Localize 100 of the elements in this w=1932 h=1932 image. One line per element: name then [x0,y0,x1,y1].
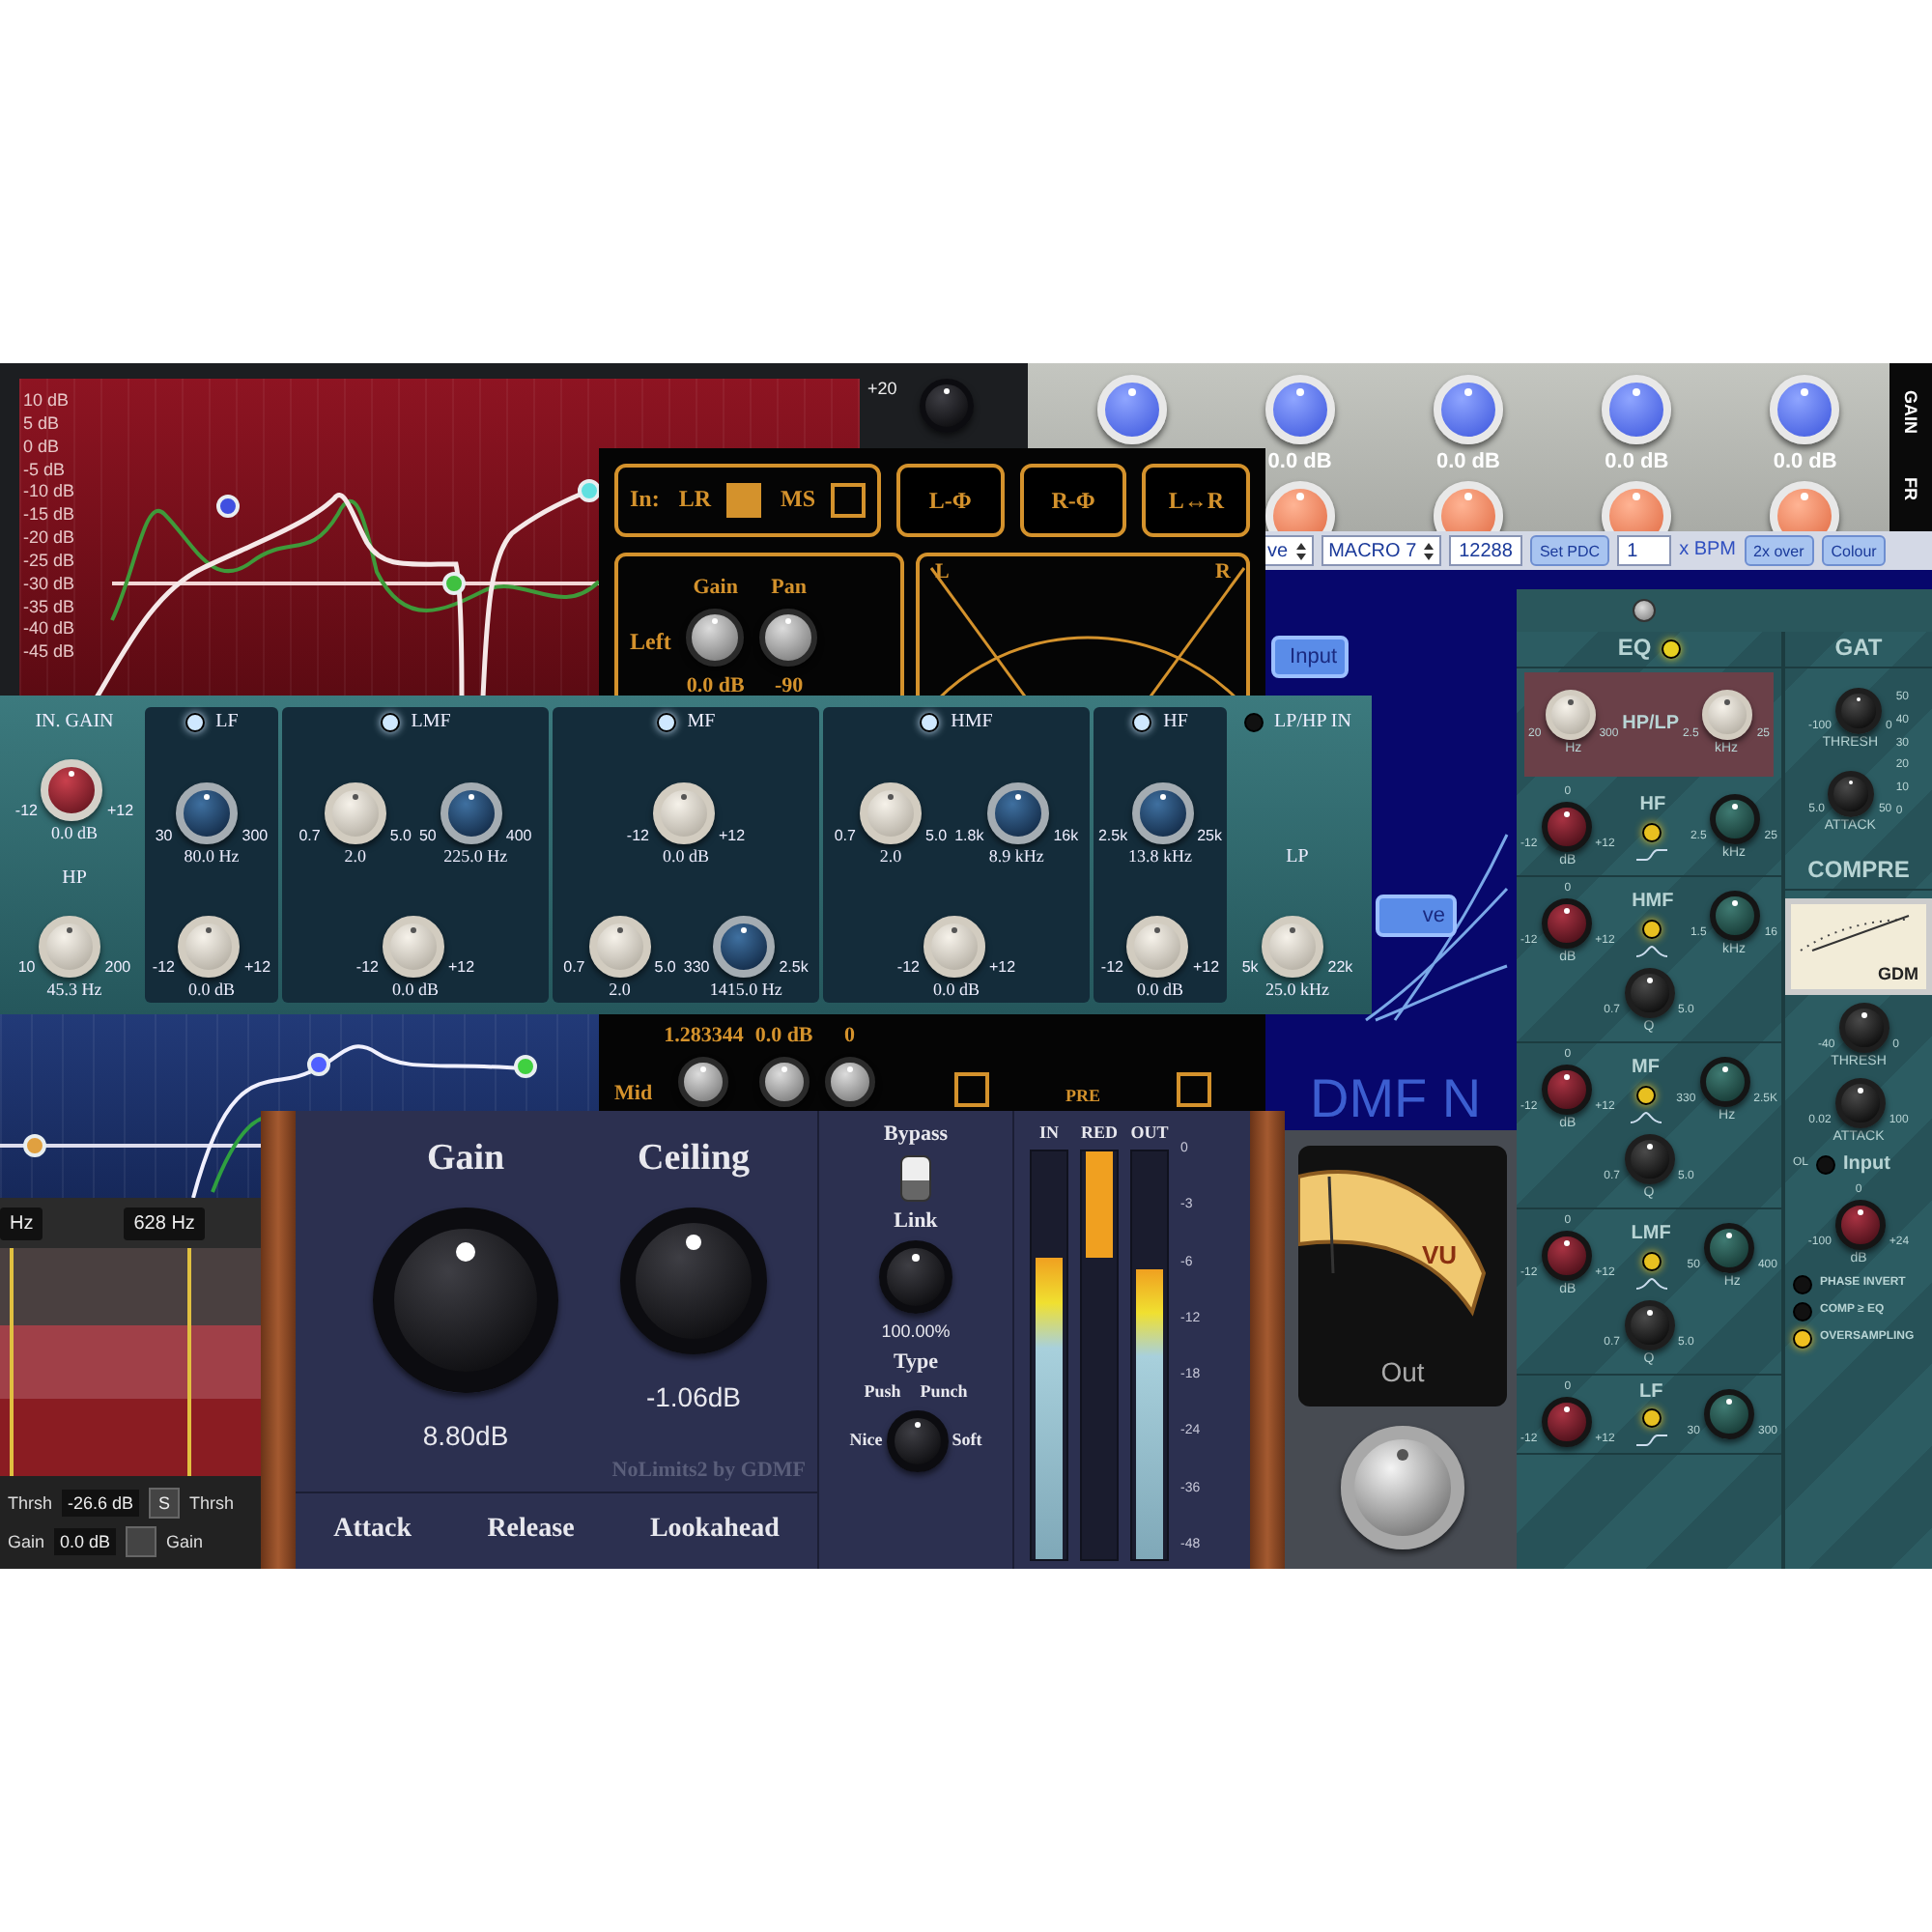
scale-label: 0.7 [563,958,585,978]
frequency-label: Hz [0,1207,43,1239]
scale-label: 22k [1327,958,1353,978]
input-label: In: [630,487,660,514]
switch-led[interactable] [1793,1274,1812,1294]
input-field[interactable]: 1 [1617,535,1672,566]
knob[interactable] [824,1056,875,1107]
channel-button[interactable]: R-Φ [1019,464,1127,537]
band-handle[interactable] [442,572,466,595]
knob[interactable] [686,608,745,667]
band-handle[interactable] [23,1134,46,1157]
knob[interactable] [758,1056,810,1107]
scale-label: 10 [17,958,36,978]
knob-value: 225.0 Hz [443,845,508,867]
db-scale-label: -45 dB [23,641,75,663]
mode-checkbox[interactable] [726,483,762,518]
knob-value: 2.0 [879,845,902,867]
scope-label: R [1215,560,1231,585]
knob-value: 0.0 dB [662,845,709,867]
db-scale-label: -15 dB [23,504,75,526]
knob[interactable] [1131,781,1194,844]
scale-label: -12 [896,958,920,978]
scale-label: +12 [988,958,1016,978]
bell-curve-icon [1635,1276,1667,1291]
knob-label: Pan [771,576,807,601]
updown-icon [1295,542,1306,559]
patch-title: DMF N [1310,1068,1482,1131]
solo-button[interactable]: S [149,1488,181,1519]
knob-value: -1.06dB [645,1380,742,1412]
meter-label: Out [1380,1355,1425,1387]
knob[interactable] [440,781,502,844]
vu-label: VU [1421,1242,1457,1271]
knob-value: 1.283344 [664,1024,744,1049]
value-field[interactable]: 0.0 dB [54,1528,117,1555]
meter-label: RED [1080,1122,1118,1143]
knob[interactable] [678,1056,729,1107]
switch-led[interactable] [1793,1301,1812,1321]
scale-label: -12 [355,958,379,978]
knob[interactable] [987,781,1050,844]
screw-icon [1633,599,1656,622]
band-handle[interactable] [514,1055,537,1078]
knob-value: 0.0 dB [1605,450,1669,475]
toolbar-button[interactable]: 2x over [1744,535,1814,566]
knob-value: 0.0 dB [932,979,980,999]
switch-led[interactable] [1793,1328,1812,1349]
knob-label: Lookahead [649,1515,780,1547]
shelf-curve-icon [1636,847,1668,862]
gain-scale-label: +20 [867,379,897,399]
type-option: Push [864,1381,901,1403]
toggle-square[interactable] [953,1071,989,1107]
toggle-square[interactable] [1177,1071,1212,1107]
knob-value: 100.00% [881,1321,951,1343]
bypass-switch[interactable] [900,1154,931,1202]
knob-value: 8.9 kHz [988,845,1044,867]
knob-value: 80.0 Hz [184,845,240,867]
channel-button[interactable]: L-Φ [896,464,1005,537]
control-label: Gain [166,1531,204,1552]
frequency-label: 628 Hz [124,1207,205,1239]
dropdown[interactable]: MACRO 7 [1321,535,1442,566]
knob-value: 8.80dB [422,1419,509,1451]
band-label: LF [1638,1380,1663,1404]
knob-value: 45.3 Hz [46,979,102,999]
type-option: Punch [920,1381,968,1403]
scale-label: 300 [242,826,269,844]
control-label: Gain [8,1531,45,1552]
band-label: HMF [1632,891,1674,914]
patch-node[interactable]: Input [1271,636,1349,678]
band-handle[interactable] [307,1053,330,1076]
toolbar-button[interactable]: Set PDC [1529,535,1610,566]
knob[interactable] [713,915,776,978]
scale-label: 5k [1241,958,1259,978]
type-option: Nice [849,1430,883,1451]
knob-value: 0.0 dB [187,979,235,999]
knob[interactable] [176,781,239,844]
knob-label: Gain [693,576,738,601]
knob[interactable] [759,608,818,667]
meter-scale-drawing [1797,912,1913,955]
scale-label: -12 [1100,958,1123,978]
scale-label: -12 [626,826,649,844]
mode-checkbox[interactable] [831,483,867,518]
solo-button[interactable] [126,1526,157,1557]
knob-value: 1415.0 Hz [709,979,782,999]
input-field[interactable]: 12288 [1449,535,1522,566]
value-field[interactable]: -26.6 dB [62,1490,140,1517]
knob[interactable] [1341,1426,1464,1549]
scale-label: 25k [1197,826,1223,844]
toolbar-button[interactable]: Colour [1821,535,1887,566]
patch-node[interactable]: ve [1376,895,1457,937]
band-handle[interactable] [216,495,240,518]
scale-label: +12 [243,958,271,978]
scale-label: +12 [1192,958,1220,978]
scale-label: 200 [104,958,131,978]
meter-label: OUT [1130,1122,1169,1143]
control-label: Thrsh [8,1492,53,1514]
knob-value: 0.0 dB [1136,979,1183,999]
band-handle[interactable] [578,479,601,502]
channel-button[interactable]: L↔R [1142,464,1250,537]
knob-value: 0.0 dB [1267,450,1332,475]
scale-label: +12 [106,802,134,821]
knob-value: 25.0 kHz [1264,979,1329,999]
